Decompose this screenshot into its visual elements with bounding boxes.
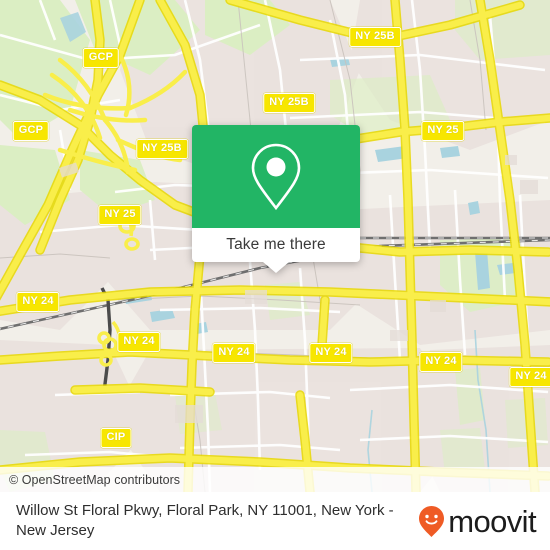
attribution-text: © OpenStreetMap contributors (9, 472, 181, 487)
road-shield: NY 24 (16, 292, 60, 312)
callout-pin-panel (192, 125, 360, 228)
road-shield: NY 24 (309, 343, 353, 363)
road-shield: NY 24 (509, 367, 550, 387)
moovit-logo[interactable]: moovit (418, 503, 537, 539)
callout-footer[interactable]: Take me there (192, 228, 360, 273)
callout-tail (263, 262, 289, 273)
road-shield: CIP (100, 428, 132, 448)
map-pin-icon (251, 143, 301, 210)
road-shield: NY 24 (117, 332, 161, 352)
page-footer: Willow St Floral Pkwy, Floral Park, NY 1… (0, 492, 550, 550)
moovit-smiley-pin-icon (419, 505, 445, 537)
road-shield: NY 25B (263, 93, 315, 113)
road-shield: GCP (12, 121, 50, 141)
map-attribution-bar: © OpenStreetMap contributors (0, 467, 550, 492)
road-shield: NY 25B (349, 27, 401, 47)
road-shield: NY 25 (98, 205, 142, 225)
map-page: NY 25B NY 25B GCP GCP NY 25B NY 25 NY 25… (0, 0, 550, 550)
take-me-there-label: Take me there (226, 236, 326, 253)
road-shield: NY 25 (421, 121, 465, 141)
take-me-there-callout[interactable]: Take me there (192, 125, 360, 273)
road-shield: NY 24 (212, 343, 256, 363)
road-shield: NY 24 (419, 352, 463, 372)
address-text: Willow St Floral Pkwy, Floral Park, NY 1… (16, 502, 394, 539)
road-shield: GCP (82, 48, 120, 68)
moovit-wordmark: moovit (448, 503, 536, 539)
road-shield: NY 25B (136, 139, 188, 159)
